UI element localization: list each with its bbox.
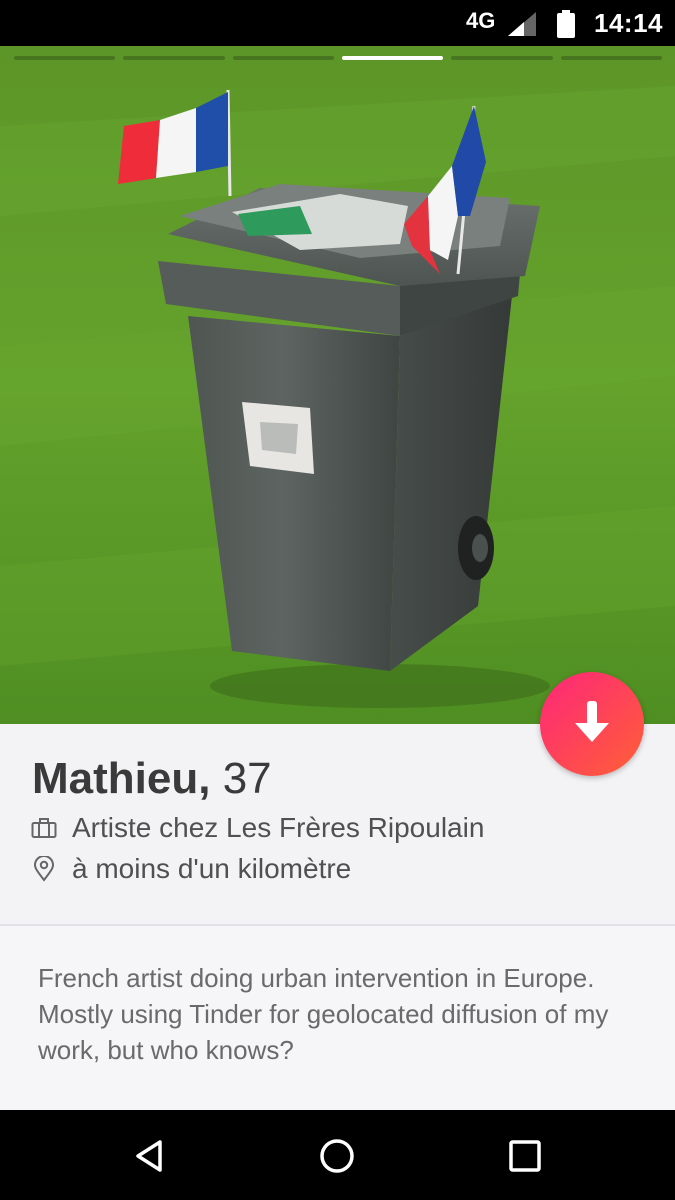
status-bar: 4G 14:14 <box>0 0 675 46</box>
arrow-down-icon <box>572 699 612 750</box>
photo-segment[interactable] <box>451 56 553 60</box>
battery-icon <box>556 10 576 43</box>
location-pin-icon <box>30 855 58 883</box>
job-text: Artiste chez Les Frères Ripoulain <box>72 812 485 843</box>
job-row: Artiste chez Les Frères Ripoulain <box>30 812 484 844</box>
back-button[interactable] <box>128 1134 172 1178</box>
network-type: 4G <box>466 8 496 33</box>
location-row: à moins d'un kilomètre <box>30 853 351 885</box>
signal-icon <box>508 12 536 41</box>
collapse-profile-button[interactable] <box>540 672 644 776</box>
briefcase-icon <box>30 814 58 842</box>
photo-segment[interactable] <box>232 56 334 60</box>
profile-photo[interactable] <box>0 46 675 724</box>
photo-segment[interactable] <box>14 56 116 60</box>
bio-text: French artist doing urban intervention i… <box>38 963 609 1065</box>
back-icon <box>128 1140 172 1182</box>
clock: 14:14 <box>594 8 663 38</box>
recents-icon <box>503 1140 547 1182</box>
distance-text: à moins d'un kilomètre <box>72 853 352 884</box>
bio-section: French artist doing urban intervention i… <box>0 926 675 1110</box>
photo-image <box>0 46 675 724</box>
photo-segment[interactable] <box>123 56 225 60</box>
home-button[interactable] <box>315 1134 359 1178</box>
name-age: Mathieu, 37 <box>32 754 272 804</box>
navigation-bar <box>0 1110 675 1200</box>
profile-age: 37 <box>222 754 272 803</box>
photo-segment[interactable] <box>560 56 662 60</box>
profile-name: Mathieu, <box>32 754 211 803</box>
photo-segment-active[interactable] <box>341 56 444 60</box>
recents-button[interactable] <box>503 1134 547 1178</box>
photo-progress <box>14 56 662 61</box>
home-icon <box>315 1139 359 1182</box>
